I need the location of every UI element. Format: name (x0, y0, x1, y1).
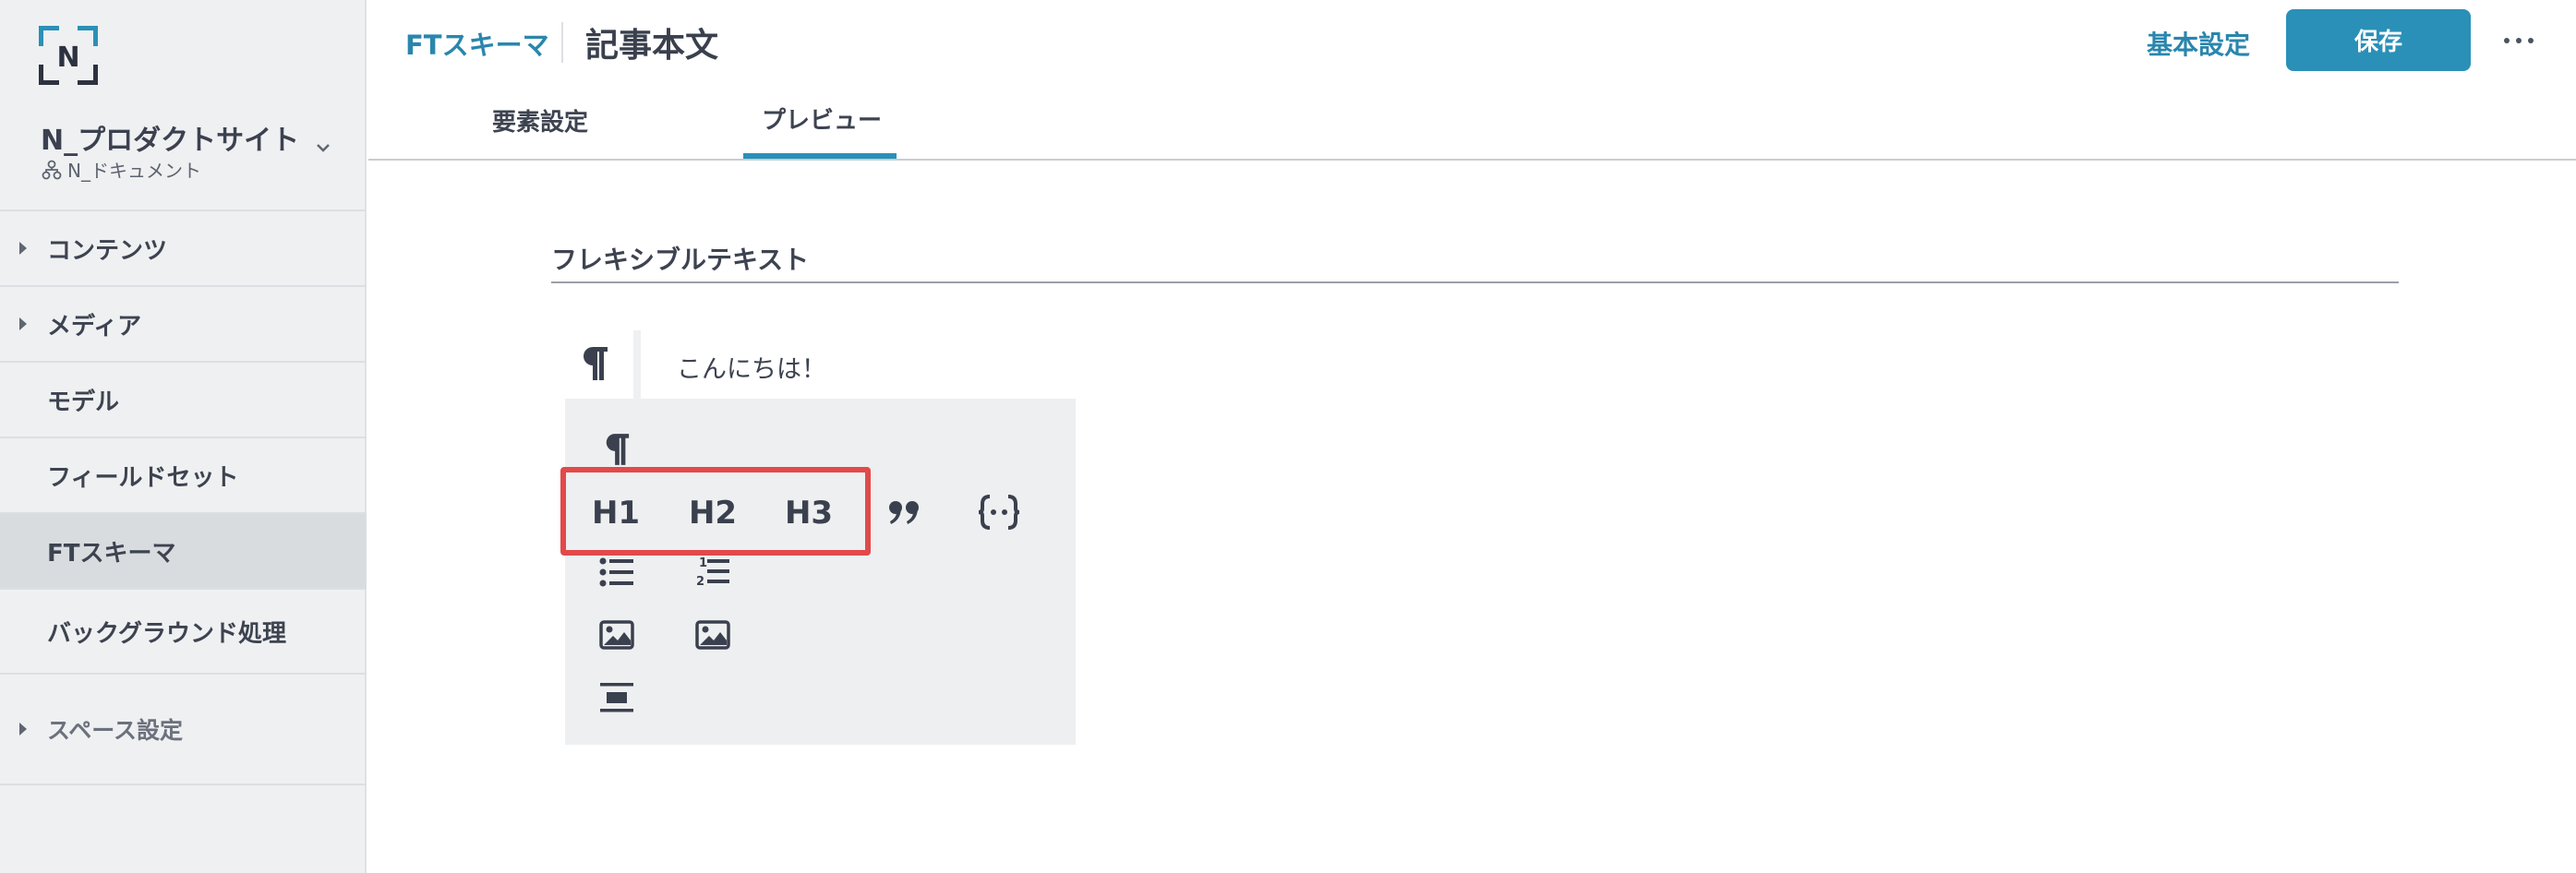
bullet-list-icon[interactable] (596, 554, 637, 591)
editor-text[interactable]: こんにちは！ (677, 349, 826, 385)
basic-settings-link[interactable]: 基本設定 (2147, 25, 2250, 62)
n-logo[interactable]: N (39, 26, 98, 85)
sidebar-item-space-settings[interactable]: スペース設定 (0, 673, 367, 785)
svg-text:1: 1 (699, 556, 707, 570)
blockquote-icon[interactable] (884, 491, 924, 535)
horizontal-rule-icon[interactable] (596, 679, 637, 716)
active-tab-indicator (743, 153, 897, 159)
breadcrumb-divider (561, 22, 563, 63)
sidebar-nav: コンテンツ メディア モデル フィールドセット FTスキーマ バックグラウンド処… (0, 209, 367, 785)
paragraph-icon[interactable] (598, 428, 635, 469)
chevron-down-icon[interactable] (312, 137, 334, 159)
ordered-list-icon[interactable]: 1 2 (692, 552, 733, 591)
block-toolbar: H1 H2 H3 1 2 (565, 399, 1076, 745)
site-subtitle: N_ドキュメント (42, 156, 201, 183)
sidebar-item-background-jobs[interactable]: バックグラウンド処理 (0, 588, 367, 673)
section-divider (551, 281, 2399, 283)
tab-element-settings[interactable]: 要素設定 (492, 103, 588, 138)
code-block-icon[interactable] (971, 489, 1027, 535)
sidebar-item-media[interactable]: メディア (0, 285, 367, 361)
site-title[interactable]: N_プロダクトサイト (41, 117, 299, 158)
sidebar-item-label: コンテンツ (47, 236, 168, 265)
sidebar-item-contents[interactable]: コンテンツ (0, 209, 367, 285)
sidebar: N N_プロダクトサイト N_ドキュメント コンテンツ メディア モデル フィー… (0, 0, 367, 873)
more-options-icon[interactable] (2504, 28, 2541, 54)
heading-buttons-highlight (560, 467, 871, 556)
sidebar-item-label: バックグラウンド処理 (47, 619, 286, 648)
sidebar-item-fieldsets[interactable]: フィールドセット (0, 436, 367, 512)
paragraph-icon[interactable] (580, 343, 609, 382)
caret-right-icon (19, 317, 27, 330)
tab-preview[interactable]: プレビュー (762, 102, 882, 136)
sidebar-item-label: モデル (47, 388, 120, 416)
hierarchy-icon (42, 160, 62, 179)
sidebar-item-label: フィールドセット (47, 463, 239, 492)
page-title: 記事本文 (585, 27, 719, 65)
sidebar-item-models[interactable]: モデル (0, 361, 367, 436)
save-button[interactable]: 保存 (2286, 9, 2471, 71)
caret-right-icon (19, 723, 27, 735)
header: FTスキーマ 記事本文 基本設定 保存 要素設定 プレビュー (368, 0, 2576, 161)
caret-right-icon (19, 242, 27, 255)
sidebar-item-label: FTスキーマ (47, 539, 176, 568)
sidebar-item-label: スペース設定 (47, 717, 184, 744)
image-icon[interactable] (596, 616, 637, 653)
svg-text:N: N (56, 42, 79, 74)
site-subtitle-label: N_ドキュメント (67, 160, 201, 182)
section-title: フレキシブルテキスト (551, 245, 810, 275)
image-icon[interactable] (692, 616, 733, 653)
editor-gutter (633, 330, 641, 399)
svg-text:2: 2 (696, 575, 704, 589)
breadcrumb-ft-schema[interactable]: FTスキーマ (405, 24, 549, 63)
sidebar-item-label: メディア (47, 312, 142, 341)
sidebar-item-ft-schema[interactable]: FTスキーマ (0, 512, 367, 588)
